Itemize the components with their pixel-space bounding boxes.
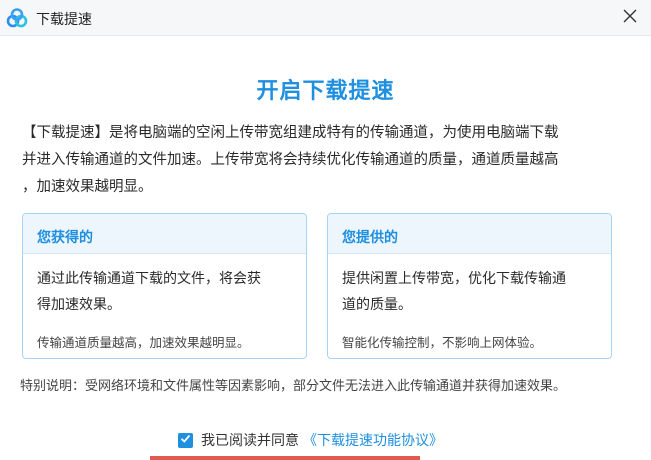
- provide-card-line: 提供闲置上传带宽，优化下载传输通: [342, 271, 566, 287]
- provide-card-body: 提供闲置上传带宽，优化下载传输通 道的质量。: [328, 254, 611, 318]
- gain-card-title: 您获得的: [23, 214, 306, 254]
- baidu-netdisk-cloud-icon: [6, 8, 28, 28]
- gain-card-note: 传输通道质量越高，加速效果越明显。: [37, 335, 250, 350]
- intro-line: ，加速效果越明显。: [22, 179, 153, 195]
- checkmark-icon: [180, 432, 191, 448]
- provide-card-line: 道的质量。: [342, 297, 412, 313]
- page-heading: 开启下载提速: [256, 79, 395, 104]
- agreement-link[interactable]: 《下载提速功能协议》: [303, 430, 443, 450]
- bottom-accent-bar: [150, 456, 420, 460]
- gain-card-body: 通过此传输通道下载的文件，将会获 得加速效果。: [23, 254, 306, 318]
- provide-card-note: 智能化传输控制，不影响上网体验。: [342, 335, 543, 350]
- title-bar: 下载提速: [0, 0, 651, 36]
- gain-card-line: 通过此传输通道下载的文件，将会获: [37, 271, 261, 287]
- provide-card: 您提供的 提供闲置上传带宽，优化下载传输通 道的质量。 智能化传输控制，不影响上…: [327, 213, 612, 359]
- intro-line: 【下载提速】是将电脑端的空闲上传带宽组建成特有的传输通道，为使用电脑端下载: [22, 125, 559, 141]
- agreement-row: 我已阅读并同意 《下载提速功能协议》: [178, 430, 443, 450]
- gain-card-line: 得加速效果。: [37, 297, 121, 313]
- window-title: 下载提速: [36, 12, 92, 28]
- agree-checkbox[interactable]: [178, 432, 193, 448]
- close-icon: [623, 8, 637, 27]
- intro-line: 并进入传输通道的文件加速。上传带宽将会持续优化传输通道的质量，通道质量越高: [22, 152, 559, 168]
- gain-card: 您获得的 通过此传输通道下载的文件，将会获 得加速效果。 传输通道质量越高，加速…: [22, 213, 307, 359]
- special-notice: 特别说明：受网络环境和文件属性等因素影响，部分文件无法进入此传输通道并获得加速效…: [20, 379, 567, 394]
- close-button[interactable]: [617, 4, 643, 30]
- provide-card-title: 您提供的: [328, 214, 611, 254]
- agree-label: 我已阅读并同意: [201, 433, 299, 449]
- intro-text: 【下载提速】是将电脑端的空闲上传带宽组建成特有的传输通道，为使用电脑端下载 并进…: [22, 120, 634, 201]
